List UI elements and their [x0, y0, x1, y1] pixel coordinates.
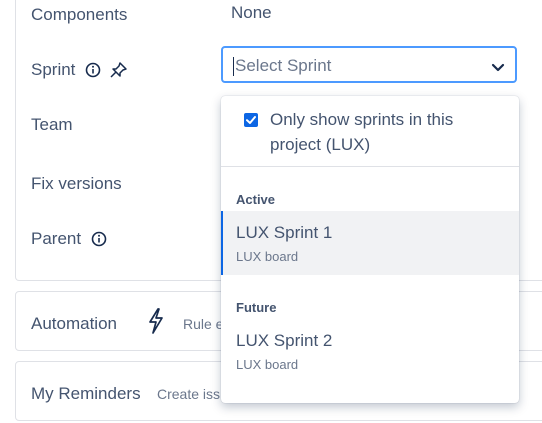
sprint-option-board: LUX board: [236, 357, 299, 372]
parent-label: Parent: [31, 229, 82, 248]
project-filter-row[interactable]: Only show sprints in this project (LUX): [221, 96, 519, 167]
sprint-option[interactable]: LUX Sprint 1 LUX board: [221, 211, 519, 275]
project-filter-label-line2: project (LUX): [270, 135, 371, 154]
info-icon[interactable]: [85, 62, 101, 83]
team-label: Team: [31, 115, 73, 134]
pin-icon[interactable]: [110, 62, 128, 83]
sprint-label: Sprint: [31, 60, 76, 79]
group-heading-future: Future: [236, 300, 277, 315]
info-icon[interactable]: [91, 231, 107, 252]
lightning-icon: [147, 308, 165, 339]
parent-label-row: Parent: [31, 229, 107, 252]
reminders-subtext: Create iss: [157, 386, 221, 402]
sprint-option-name: LUX Sprint 2: [236, 331, 333, 350]
sprint-option[interactable]: LUX Sprint 2 LUX board: [221, 319, 519, 383]
sprint-dropdown-menu: Only show sprints in this project (LUX) …: [221, 96, 519, 403]
fix-versions-label: Fix versions: [31, 174, 122, 193]
text-cursor: [233, 57, 234, 76]
project-filter-label-line1: Only show sprints in this: [270, 110, 454, 129]
project-filter-label[interactable]: Only show sprints in this project (LUX): [270, 107, 453, 157]
sprint-option-name: LUX Sprint 1: [236, 223, 333, 242]
automation-title: Automation: [31, 314, 117, 333]
sprint-select-placeholder: Select Sprint: [235, 56, 332, 75]
sprint-select[interactable]: Select Sprint: [221, 46, 517, 83]
group-heading-active: Active: [236, 192, 276, 207]
automation-subtext: Rule e: [183, 316, 224, 332]
project-filter-checkbox[interactable]: [244, 113, 258, 127]
chevron-down-icon[interactable]: [491, 60, 505, 78]
components-value[interactable]: None: [231, 3, 272, 23]
sprint-option-board: LUX board: [236, 249, 299, 264]
reminders-title: My Reminders: [31, 384, 141, 403]
sprint-label-row: Sprint: [31, 60, 128, 83]
components-label: Components: [31, 5, 128, 24]
check-icon: [246, 116, 256, 124]
